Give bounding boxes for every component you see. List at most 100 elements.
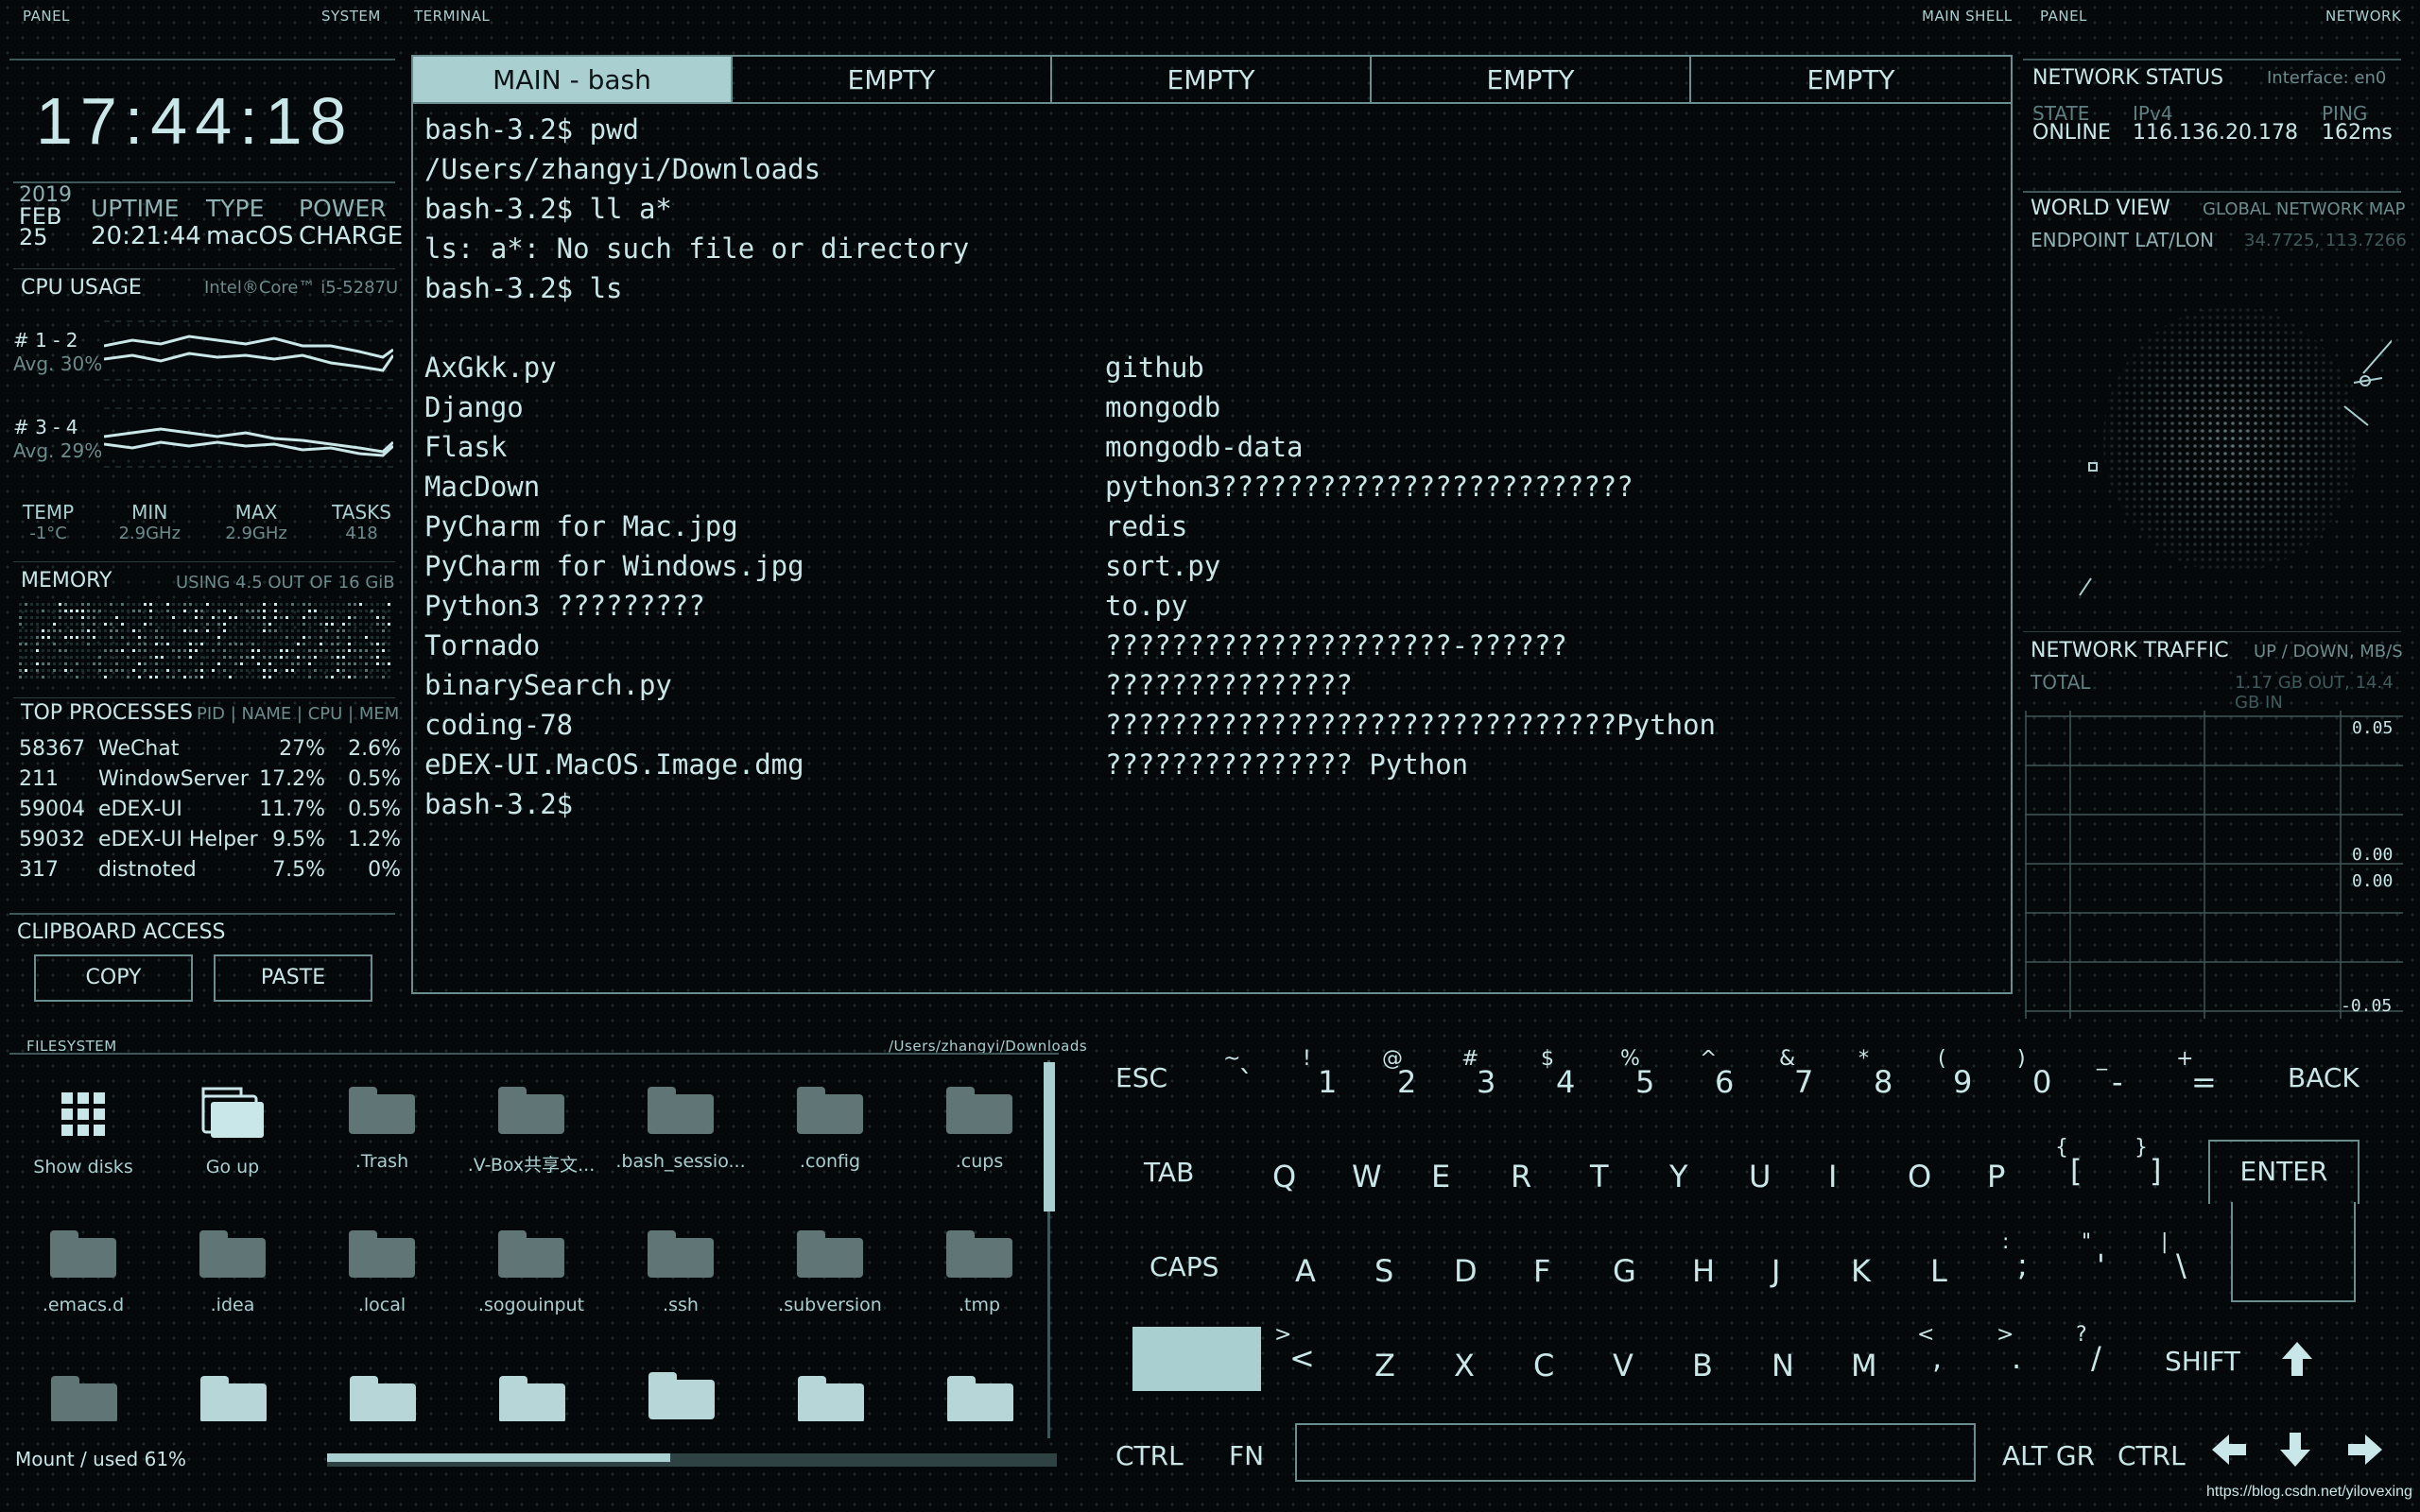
tab-main-bash[interactable]: MAIN - bash <box>413 57 733 104</box>
fs-item[interactable]: Go up <box>166 1077 299 1177</box>
key-punct[interactable]: >. <box>1991 1323 2048 1385</box>
key-space[interactable] <box>1295 1423 1976 1482</box>
key-letter[interactable]: G <box>1599 1242 1656 1298</box>
key-tab[interactable]: TAB <box>1144 1157 1194 1188</box>
key-letter[interactable]: N <box>1758 1336 1815 1393</box>
key-punct[interactable]: | \ <box>2155 1230 2212 1293</box>
key-backspace[interactable]: BACK <box>2288 1062 2360 1093</box>
folder-icon[interactable] <box>947 1376 1013 1421</box>
fs-item[interactable]: Show disks <box>17 1077 149 1177</box>
key-8[interactable]: * 8 <box>1853 1047 1910 1109</box>
key-12[interactable]: + = <box>2170 1047 2227 1109</box>
key-letter[interactable]: T <box>1577 1147 1634 1204</box>
tab-empty[interactable]: EMPTY <box>1052 57 1372 104</box>
key-letter[interactable]: H <box>1679 1242 1736 1298</box>
key-ctrl-left[interactable]: CTRL <box>1115 1440 1184 1471</box>
key-letter[interactable]: K <box>1838 1242 1894 1298</box>
key-enter-lower[interactable] <box>2231 1202 2356 1302</box>
fs-item[interactable]: .tmp <box>913 1221 1046 1315</box>
key-letter[interactable]: R <box>1497 1147 1554 1204</box>
tab-empty[interactable]: EMPTY <box>733 57 1052 104</box>
key-punct[interactable]: " ' <box>2076 1230 2133 1293</box>
key-angle[interactable]: > < <box>1269 1323 1325 1385</box>
fs-item[interactable]: .local <box>316 1221 448 1315</box>
key-letter[interactable]: Q <box>1259 1147 1316 1204</box>
key-6[interactable]: ^ 6 <box>1694 1047 1751 1109</box>
key-letter[interactable]: L <box>1917 1242 1974 1298</box>
key-punct[interactable]: :; <box>1996 1230 2053 1293</box>
fs-item[interactable]: .ssh <box>614 1221 747 1315</box>
tab-empty[interactable]: EMPTY <box>1372 57 1691 104</box>
key-7[interactable]: & 7 <box>1773 1047 1830 1109</box>
terminal-window[interactable]: MAIN - bash EMPTY EMPTY EMPTY EMPTY bash… <box>411 55 2013 994</box>
key-letter[interactable]: O <box>1894 1147 1951 1204</box>
process-row[interactable]: 59004 eDEX-UI 11.7% 0.5% <box>19 798 401 828</box>
fs-item[interactable]: .V-Box共享文... <box>465 1077 597 1177</box>
folder-icon[interactable] <box>798 1376 864 1421</box>
key-3[interactable]: #3 <box>1456 1047 1512 1109</box>
key-letter[interactable]: Y <box>1656 1147 1713 1204</box>
key-letter[interactable]: W <box>1339 1147 1395 1204</box>
key-altgr[interactable]: ALT GR <box>2002 1440 2095 1471</box>
arrow-up-icon[interactable] <box>2280 1340 2314 1378</box>
key-letter[interactable]: V <box>1599 1336 1656 1393</box>
folder-icon[interactable] <box>499 1376 565 1421</box>
fs-item[interactable]: .sogouinput <box>465 1221 597 1315</box>
key-letter[interactable]: J <box>1758 1242 1815 1298</box>
key-letter[interactable]: B <box>1679 1336 1736 1393</box>
key-11[interactable]: _ - <box>2091 1047 2148 1109</box>
key-punct[interactable]: ? / <box>2070 1323 2127 1385</box>
key-bracket[interactable]: }] <box>2129 1136 2186 1198</box>
paste-button[interactable]: PASTE <box>214 954 372 1002</box>
key-letter[interactable]: I <box>1815 1147 1872 1204</box>
fs-item[interactable]: .idea <box>166 1221 299 1315</box>
folder-icon[interactable] <box>350 1376 416 1421</box>
key-fn[interactable]: FN <box>1229 1440 1264 1471</box>
folder-icon[interactable] <box>51 1376 117 1421</box>
process-row[interactable]: 58367 WeChat 27% 2.6% <box>19 737 401 767</box>
key-enter[interactable]: ENTER <box>2208 1140 2360 1204</box>
key-letter[interactable]: D <box>1441 1242 1497 1298</box>
key-0[interactable]: ~ ` <box>1218 1047 1274 1109</box>
tab-empty[interactable]: EMPTY <box>1691 57 2011 104</box>
fs-item[interactable]: .Trash <box>316 1077 448 1172</box>
key-letter[interactable]: A <box>1282 1242 1339 1298</box>
process-row[interactable]: 59032 eDEX-UI Helper 9.5% 1.2% <box>19 828 401 858</box>
fs-scrollbar-thumb[interactable] <box>1044 1062 1055 1211</box>
key-10[interactable]: ) 0 <box>2012 1047 2068 1109</box>
process-row[interactable]: 317 distnoted 7.5% 0% <box>19 858 401 888</box>
fs-item[interactable]: .subversion <box>764 1221 896 1315</box>
key-5[interactable]: % 5 <box>1615 1047 1671 1109</box>
key-shift-right[interactable]: SHIFT <box>2165 1346 2240 1377</box>
fs-item[interactable]: .cups <box>913 1077 1046 1172</box>
key-letter[interactable]: E <box>1418 1147 1475 1204</box>
key-caps[interactable]: CAPS <box>1150 1251 1219 1282</box>
key-letter[interactable]: U <box>1736 1147 1792 1204</box>
key-2[interactable]: @2 <box>1376 1047 1433 1109</box>
fs-item[interactable]: .emacs.d <box>17 1221 149 1315</box>
fs-item[interactable]: .bash_sessio... <box>614 1077 747 1172</box>
key-esc[interactable]: ESC <box>1115 1062 1167 1093</box>
key-letter[interactable]: Z <box>1361 1336 1418 1393</box>
key-4[interactable]: $4 <box>1535 1047 1592 1109</box>
key-1[interactable]: ! 1 <box>1297 1047 1354 1109</box>
key-9[interactable]: (9 <box>1932 1047 1989 1109</box>
process-row[interactable]: 211 WindowServer 17.2% 0.5% <box>19 767 401 798</box>
key-letter[interactable]: F <box>1520 1242 1577 1298</box>
folder-icon[interactable] <box>648 1372 715 1419</box>
key-bracket[interactable]: {[ <box>2049 1136 2106 1198</box>
key-letter[interactable]: C <box>1520 1336 1577 1393</box>
key-punct[interactable]: <, <box>1911 1323 1968 1385</box>
key-letter[interactable]: S <box>1361 1242 1418 1298</box>
arrow-right-icon[interactable] <box>2346 1433 2384 1467</box>
copy-button[interactable]: COPY <box>34 954 193 1002</box>
key-letter[interactable]: X <box>1441 1336 1497 1393</box>
key-ctrl-right[interactable]: CTRL <box>2118 1440 2186 1471</box>
fs-item[interactable]: .config <box>764 1077 896 1172</box>
key-letter[interactable]: M <box>1838 1336 1894 1393</box>
key-shift-left[interactable] <box>1132 1327 1261 1391</box>
key-letter[interactable]: P <box>1974 1147 2031 1204</box>
terminal-prompt[interactable]: bash-3.2$ <box>424 784 573 824</box>
folder-icon[interactable] <box>200 1376 267 1421</box>
arrow-down-icon[interactable] <box>2278 1431 2312 1469</box>
